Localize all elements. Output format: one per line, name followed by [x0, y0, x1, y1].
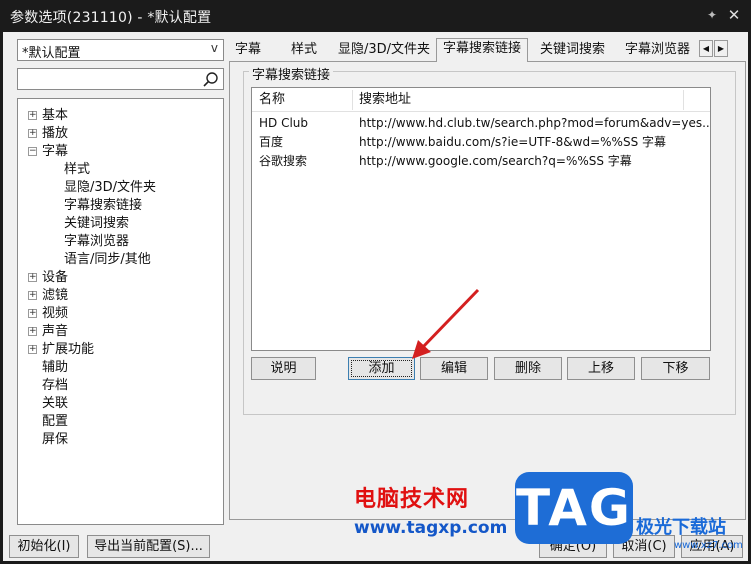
tab[interactable]: 字幕搜索链接 [436, 38, 529, 62]
watermark-title: 电脑技术网 [354, 487, 470, 512]
annotation-arrow-icon [412, 288, 480, 359]
watermark-site: 极光下载站 [636, 517, 726, 538]
tag-logo: TAG [515, 472, 633, 544]
watermark-site-url: www.xz7.com [674, 540, 743, 551]
watermark-url: www.tagxp.com [354, 518, 508, 538]
